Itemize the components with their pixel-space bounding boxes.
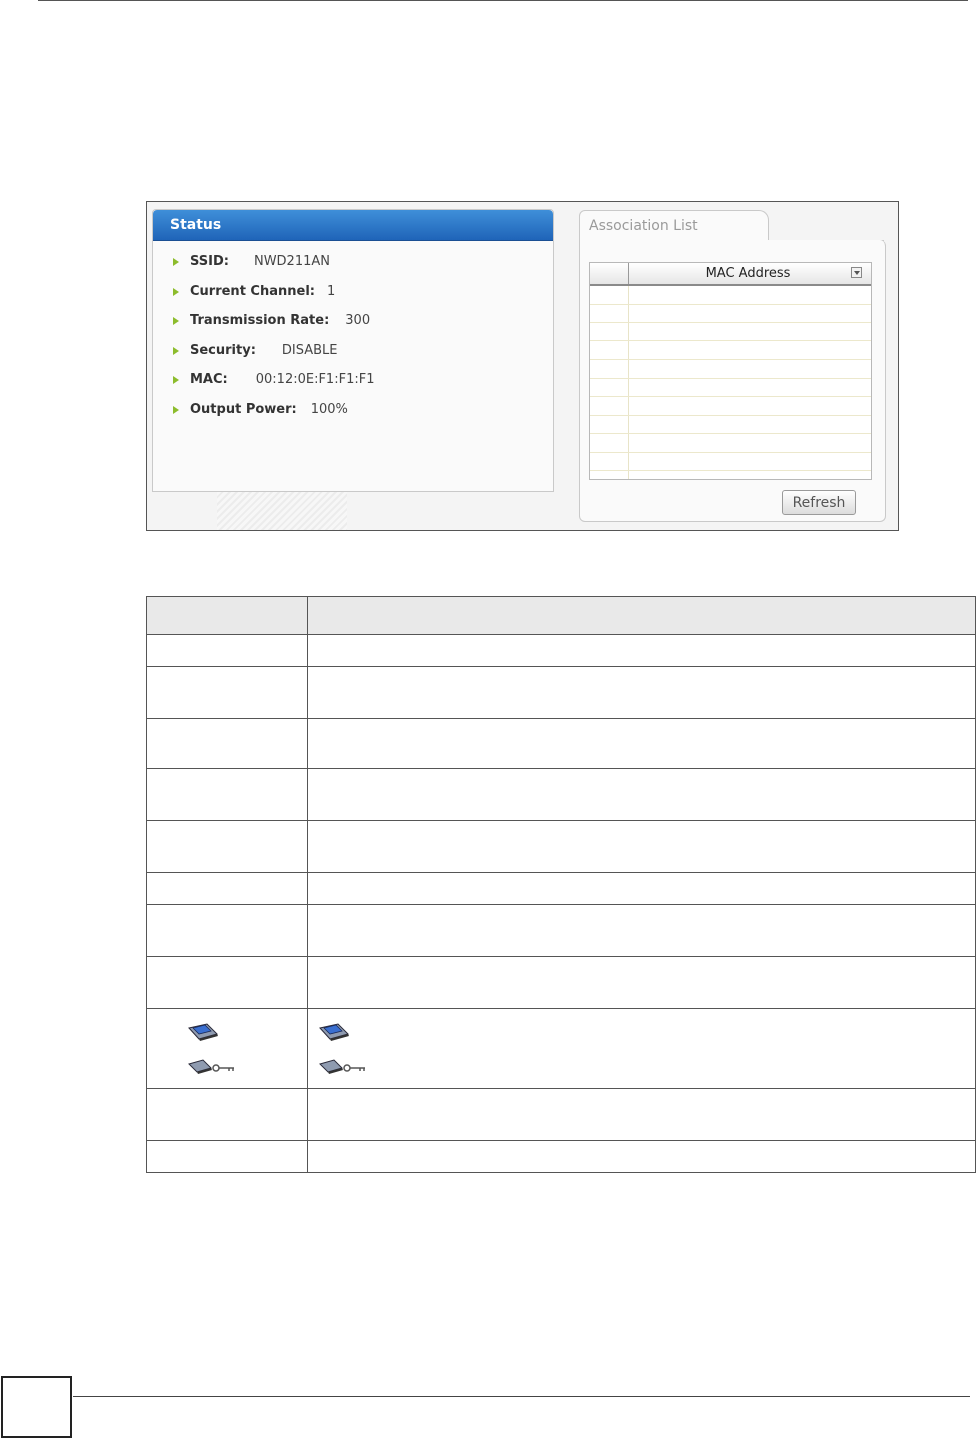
utility-screenshot: Status SSID: NWD211AN Current Channel: 1… [146, 201, 899, 531]
table-cell [307, 872, 976, 905]
refresh-button[interactable]: Refresh [782, 490, 856, 515]
association-list-tab[interactable]: Association List [579, 210, 769, 242]
table-cell [146, 718, 308, 769]
status-row-ssid: SSID: NWD211AN [173, 254, 374, 284]
table-row [590, 378, 871, 379]
table-row [590, 415, 871, 416]
bullet-arrow-icon [173, 287, 179, 296]
table-cell [307, 956, 976, 1009]
table-row [590, 396, 871, 397]
table-row [146, 872, 976, 905]
table-row [146, 820, 976, 873]
mac-address-column-header[interactable]: MAC Address [629, 266, 867, 281]
table-row [590, 359, 871, 360]
reference-table [146, 596, 976, 1173]
table-cell [307, 666, 976, 719]
table-cell [307, 718, 976, 769]
bullet-arrow-icon [173, 376, 179, 384]
status-panel: Status SSID: NWD211AN Current Channel: 1… [152, 209, 554, 492]
card-key-icon [318, 1058, 965, 1076]
bullet-arrow-icon [173, 405, 179, 414]
bullet-arrow-icon [173, 346, 179, 355]
card-icon [318, 1022, 965, 1042]
table-cell [146, 1088, 308, 1141]
table-cell [146, 596, 308, 635]
table-row [146, 666, 976, 719]
table-cell [146, 820, 308, 873]
table-row [146, 904, 976, 957]
bullet-arrow-icon [173, 258, 179, 266]
status-row-channel: Current Channel: 1 [173, 284, 374, 314]
table-cell [146, 666, 308, 719]
card-icon [187, 1022, 297, 1042]
table-row [590, 340, 871, 341]
table-row [590, 433, 871, 434]
table-row [146, 634, 976, 667]
table-row [146, 956, 976, 1009]
mac-table-header: MAC Address [590, 263, 871, 286]
status-value: DISABLE [281, 342, 338, 358]
table-cell [307, 1088, 976, 1141]
status-label: Current Channel: [190, 283, 315, 299]
table-cell [146, 956, 308, 1009]
status-label: Security: [190, 342, 256, 358]
status-row-security: Security: DISABLE [173, 343, 374, 373]
table-cell [307, 596, 976, 635]
table-row [590, 322, 871, 323]
table-row [146, 1140, 976, 1173]
page-number-box [1, 1376, 72, 1438]
table-cell [146, 1140, 308, 1173]
table-row [590, 304, 871, 305]
status-title: Status [170, 217, 222, 233]
card-key-icon [187, 1058, 297, 1076]
table-cell [307, 820, 976, 873]
table-cell [146, 768, 308, 821]
table-cell [307, 1140, 976, 1173]
table-cell [307, 634, 976, 667]
status-label: SSID: [190, 254, 229, 269]
footer-rule [73, 1396, 970, 1397]
table-row [146, 1088, 976, 1141]
table-cell [146, 872, 308, 905]
table-row [590, 452, 871, 453]
status-value: 00:12:0E:F1:F1:F1 [255, 372, 375, 387]
table-cell [307, 904, 976, 957]
table-cell [307, 768, 976, 821]
status-label: Transmission Rate: [190, 313, 330, 328]
status-label: Output Power: [190, 401, 297, 417]
table-row-icons [146, 1008, 976, 1089]
table-cell [146, 1008, 308, 1089]
association-list-tab-label: Association List [589, 218, 698, 234]
status-list: SSID: NWD211AN Current Channel: 1 Transm… [173, 254, 374, 431]
table-cell [146, 634, 308, 667]
mac-address-table: MAC Address [589, 262, 872, 480]
table-header-row [146, 596, 976, 635]
status-value: 1 [326, 283, 336, 299]
table-cell [307, 1008, 976, 1089]
status-row-output-power: Output Power: 100% [173, 402, 374, 432]
status-value: 300 [345, 313, 371, 328]
table-row [146, 718, 976, 769]
table-cell [146, 904, 308, 957]
bullet-arrow-icon [173, 317, 179, 325]
table-row [146, 768, 976, 821]
column-gridline [628, 286, 629, 479]
status-row-mac: MAC: 00:12:0E:F1:F1:F1 [173, 372, 374, 402]
top-rule [38, 0, 968, 1]
status-value: NWD211AN [253, 254, 330, 269]
status-row-rate: Transmission Rate: 300 [173, 313, 374, 343]
table-row [590, 470, 871, 471]
association-list-panel: MAC Address Refresh [579, 240, 886, 522]
status-label: MAC: [190, 372, 228, 387]
column-dropdown-icon[interactable] [851, 267, 862, 278]
status-value: 100% [310, 401, 348, 417]
